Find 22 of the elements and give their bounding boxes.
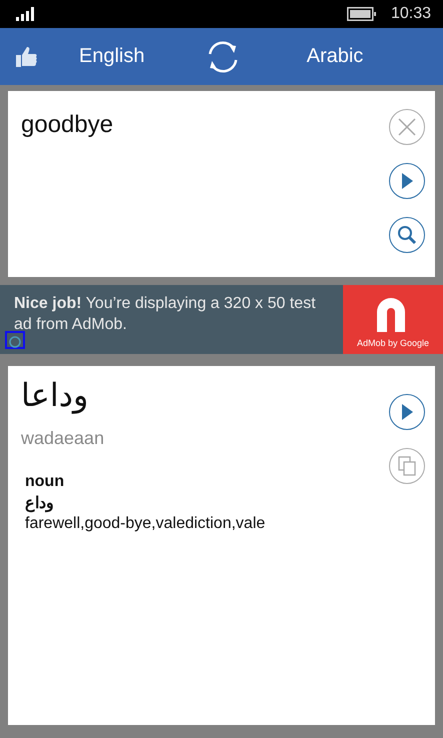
play-icon (401, 173, 413, 189)
info-icon[interactable] (5, 331, 25, 349)
part-of-speech: noun (25, 473, 64, 491)
transliteration-text: wadaeaan (21, 428, 106, 449)
input-field[interactable]: goodbye (21, 111, 389, 139)
target-language[interactable]: Arabic (306, 45, 364, 68)
synonyms-text: farewell,good-bye,valediction,vale (25, 515, 266, 533)
clock-time: 10:33 (390, 5, 431, 23)
search-icon (397, 225, 417, 245)
dictionary-word: وداع (25, 494, 54, 513)
translation-text: وداعا (21, 376, 90, 414)
ad-text[interactable]: Nice job! You’re displaying a 320 x 50 test ad from AdMob. (0, 285, 343, 354)
close-icon (398, 118, 416, 136)
thumbs-up-icon[interactable] (14, 46, 38, 68)
search-button[interactable] (389, 217, 425, 253)
ad-brand: AdMob by Google (356, 338, 430, 348)
source-language[interactable]: English (79, 45, 145, 68)
copy-icon (398, 456, 416, 476)
play-button[interactable] (389, 394, 425, 430)
play-button[interactable] (389, 163, 425, 199)
play-icon (401, 404, 413, 420)
battery-icon (346, 7, 377, 21)
